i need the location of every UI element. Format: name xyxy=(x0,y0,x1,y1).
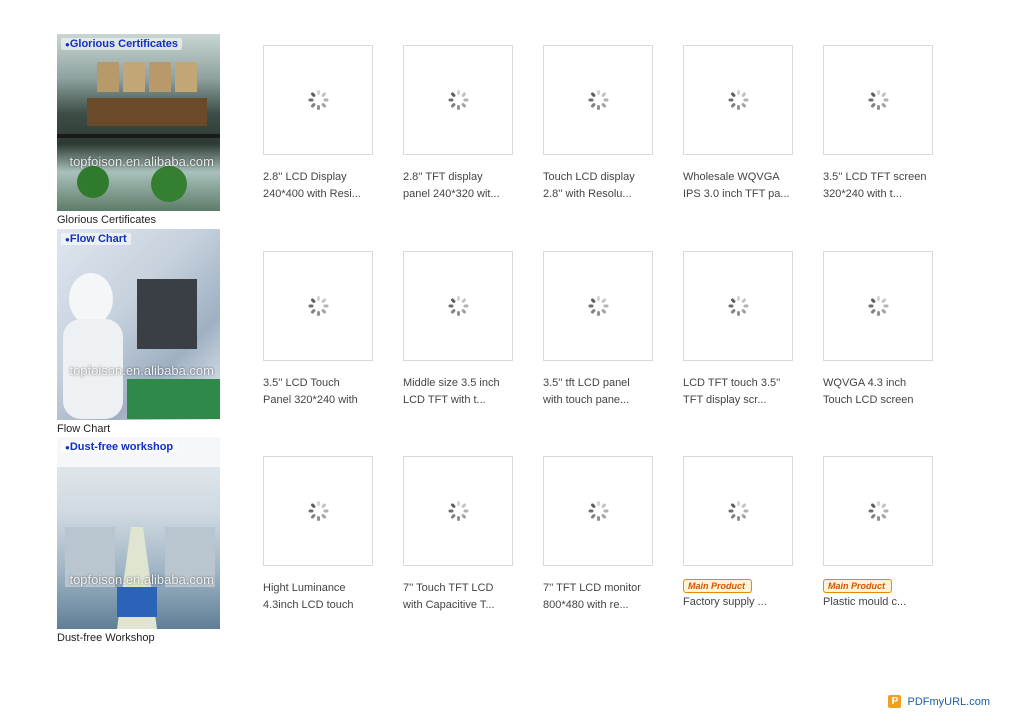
loading-spinner-icon xyxy=(587,500,609,522)
product-thumbnail[interactable] xyxy=(823,456,933,566)
product-title[interactable]: 3.5'' LCD Touch Panel 320*240 with xyxy=(263,375,388,409)
product-title[interactable]: 3.5'' LCD TFT screen 320*240 with t... xyxy=(823,169,948,203)
loading-spinner-icon xyxy=(867,295,889,317)
product-thumbnail[interactable] xyxy=(263,251,373,361)
certificates-illustration xyxy=(57,62,220,202)
loading-spinner-icon xyxy=(587,89,609,111)
loading-spinner-icon xyxy=(307,500,329,522)
product-title[interactable]: 3.5'' tft LCD panel with touch pane... xyxy=(543,375,668,409)
product-thumbnail[interactable] xyxy=(263,456,373,566)
loading-spinner-icon xyxy=(447,500,469,522)
main-product-badge: Main Product xyxy=(683,579,753,593)
product-thumbnail[interactable] xyxy=(543,45,653,155)
product-title[interactable]: LCD TFT touch 3.5'' TFT display scr... xyxy=(683,375,808,409)
flow-chart-illustration xyxy=(63,273,220,419)
product-thumbnail[interactable] xyxy=(403,45,513,155)
pdfmyurl-link[interactable]: P PDFmyURL.com xyxy=(888,695,990,708)
flow-chart-watermark: topfoison.en.alibaba.com xyxy=(69,363,214,378)
product-thumbnail[interactable] xyxy=(823,251,933,361)
loading-spinner-icon xyxy=(867,89,889,111)
product-thumbnail[interactable] xyxy=(683,45,793,155)
product-card[interactable]: 3.5'' LCD Touch Panel 320*240 with xyxy=(263,251,393,409)
loading-spinner-icon xyxy=(727,89,749,111)
product-card[interactable]: 7'' Touch TFT LCD with Capacitive T... xyxy=(403,456,533,614)
product-thumbnail[interactable] xyxy=(823,45,933,155)
product-thumbnail[interactable] xyxy=(403,251,513,361)
product-thumbnail[interactable] xyxy=(263,45,373,155)
loading-spinner-icon xyxy=(447,89,469,111)
flow-chart-caption: Flow Chart xyxy=(57,423,111,435)
loading-spinner-icon xyxy=(727,295,749,317)
dust-free-illustration xyxy=(57,437,220,629)
product-thumbnail[interactable] xyxy=(403,456,513,566)
side-item-flow-chart[interactable]: Flow Chart topfoison.en.alibaba.com Flow… xyxy=(57,229,220,436)
product-title[interactable]: Touch LCD display 2.8'' with Resolu... xyxy=(543,169,668,203)
product-title[interactable]: Wholesale WQVGA IPS 3.0 inch TFT pa... xyxy=(683,169,808,203)
product-title[interactable]: 2.8'' LCD Display 240*400 with Resi... xyxy=(263,169,388,203)
product-thumbnail[interactable] xyxy=(683,251,793,361)
product-title[interactable]: 7'' Touch TFT LCD with Capacitive T... xyxy=(403,580,528,614)
product-thumbnail[interactable] xyxy=(683,456,793,566)
product-title[interactable]: 7'' TFT LCD monitor 800*480 with re... xyxy=(543,580,668,614)
certificates-photo[interactable]: Glorious Certificates topfoison.en.aliba… xyxy=(57,34,220,211)
pdfmyurl-text: PDFmyURL.com xyxy=(907,695,990,708)
product-card[interactable]: 2.8'' LCD Display 240*400 with Resi... xyxy=(263,45,393,203)
product-title[interactable]: Middle size 3.5 inch LCD TFT with t... xyxy=(403,375,528,409)
loading-spinner-icon xyxy=(867,500,889,522)
product-card[interactable]: Main Product Plastic mould c... xyxy=(823,456,953,609)
dust-free-banner: Dust-free workshop xyxy=(61,441,178,453)
product-title[interactable]: Hight Luminance 4.3inch LCD touch xyxy=(263,580,388,614)
product-thumbnail[interactable] xyxy=(543,251,653,361)
loading-spinner-icon xyxy=(727,500,749,522)
flow-chart-banner: Flow Chart xyxy=(61,233,131,245)
product-card[interactable]: LCD TFT touch 3.5'' TFT display scr... xyxy=(683,251,813,409)
product-card[interactable]: Main Product Factory supply ... xyxy=(683,456,813,609)
side-item-dust-free[interactable]: Dust-free workshop topfoison.en.alibaba.… xyxy=(57,437,220,645)
pdfmyurl-logo-icon: P xyxy=(888,695,902,708)
certificates-banner: Glorious Certificates xyxy=(61,38,183,50)
loading-spinner-icon xyxy=(587,295,609,317)
product-card[interactable]: Touch LCD display 2.8'' with Resolu... xyxy=(543,45,673,203)
product-title[interactable]: Factory supply ... xyxy=(683,595,813,609)
loading-spinner-icon xyxy=(307,89,329,111)
side-item-certificates[interactable]: Glorious Certificates topfoison.en.aliba… xyxy=(57,34,220,227)
product-card[interactable]: 3.5'' tft LCD panel with touch pane... xyxy=(543,251,673,409)
certificates-watermark: topfoison.en.alibaba.com xyxy=(69,154,214,169)
product-card[interactable]: Wholesale WQVGA IPS 3.0 inch TFT pa... xyxy=(683,45,813,203)
product-card[interactable]: Hight Luminance 4.3inch LCD touch xyxy=(263,456,393,614)
loading-spinner-icon xyxy=(447,295,469,317)
product-card[interactable]: 7'' TFT LCD monitor 800*480 with re... xyxy=(543,456,673,614)
dust-free-photo[interactable]: Dust-free workshop topfoison.en.alibaba.… xyxy=(57,437,220,629)
product-thumbnail[interactable] xyxy=(543,456,653,566)
product-title[interactable]: Plastic mould c... xyxy=(823,595,953,609)
flow-chart-photo[interactable]: Flow Chart topfoison.en.alibaba.com xyxy=(57,229,220,420)
certificates-caption: Glorious Certificates xyxy=(57,214,157,226)
product-card[interactable]: Middle size 3.5 inch LCD TFT with t... xyxy=(403,251,533,409)
product-title[interactable]: 2.8'' TFT display panel 240*320 wit... xyxy=(403,169,528,203)
product-card[interactable]: 3.5'' LCD TFT screen 320*240 with t... xyxy=(823,45,953,203)
product-card[interactable]: 2.8'' TFT display panel 240*320 wit... xyxy=(403,45,533,203)
dust-free-caption: Dust-free Workshop xyxy=(57,632,155,644)
product-title[interactable]: WQVGA 4.3 inch Touch LCD screen xyxy=(823,375,948,409)
dust-free-watermark: topfoison.en.alibaba.com xyxy=(69,572,214,587)
product-card[interactable]: WQVGA 4.3 inch Touch LCD screen xyxy=(823,251,953,409)
loading-spinner-icon xyxy=(307,295,329,317)
main-product-badge: Main Product xyxy=(823,579,893,593)
